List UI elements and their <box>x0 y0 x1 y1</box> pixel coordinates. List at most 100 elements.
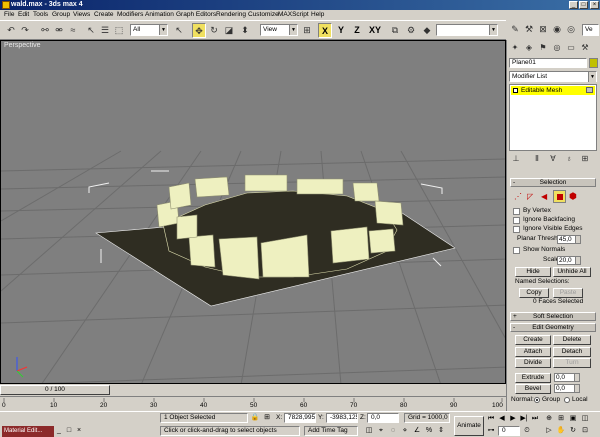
menu-tools[interactable]: Tools <box>33 10 48 20</box>
face-icon[interactable]: ◀ <box>541 192 547 201</box>
render-scene-icon[interactable]: ◉ <box>550 22 564 37</box>
arc-rotate-icon[interactable]: ↻ <box>568 426 578 436</box>
named-selection-dropdown[interactable]: ▼ <box>436 24 498 36</box>
hierarchy-panel-icon[interactable]: ⚑ <box>537 42 549 54</box>
menu-rendering[interactable]: Rendering <box>216 10 246 20</box>
named-selection-icon[interactable]: ◆ <box>420 23 434 38</box>
zoom-all-icon[interactable]: ⊞ <box>556 414 566 424</box>
animate-keys-icon[interactable]: ◫ <box>364 426 374 436</box>
turn-button[interactable]: Turn <box>553 358 591 368</box>
reference-coord-dropdown[interactable]: View ▼ <box>260 24 298 36</box>
menu-graph-editors[interactable]: Graph Editors <box>176 10 216 20</box>
polygon-active[interactable] <box>553 190 566 203</box>
bevel-button[interactable]: Bevel <box>515 384 551 394</box>
local-radio[interactable] <box>564 397 570 403</box>
by-vertex-checkbox[interactable] <box>513 208 520 215</box>
modify-panel-icon[interactable]: ◈ <box>523 42 535 54</box>
selection-rollout-header[interactable]: - Selection <box>510 178 596 187</box>
taskbar-close-icon[interactable]: × <box>74 426 84 436</box>
lock-selection-icon[interactable]: 🔒 <box>250 413 260 423</box>
minimize-button[interactable]: _ <box>569 1 578 9</box>
configure-sets-icon[interactable]: ⊞ <box>579 153 591 165</box>
divide-button[interactable]: Divide <box>515 358 551 368</box>
create-panel-icon[interactable]: ✦ <box>509 42 521 54</box>
min-max-toggle-icon[interactable]: ⊡ <box>580 426 590 436</box>
render-type-dropdown[interactable]: Ve <box>582 24 599 36</box>
select-object-icon[interactable]: ↖ <box>84 23 98 38</box>
unhide-all-button[interactable]: Unhide All <box>553 267 591 277</box>
hide-button[interactable]: Hide <box>515 267 551 277</box>
group-radio[interactable] <box>534 397 540 403</box>
extrude-button[interactable]: Extrude <box>515 373 551 383</box>
remove-modifier-icon[interactable]: ♁ <box>563 153 575 165</box>
extrude-spinner[interactable]: 0,0 <box>554 373 580 382</box>
z-coordinate[interactable]: 0,0 <box>367 413 399 423</box>
menu-modifiers[interactable]: Modifiers <box>117 10 143 20</box>
crossing-icon[interactable]: ◌ <box>388 426 398 436</box>
modifier-list-dropdown[interactable]: Modifier List ▼ <box>509 71 597 82</box>
detach-button[interactable]: Detach <box>553 347 591 357</box>
select-and-rotate-icon[interactable]: ↻ <box>207 23 221 38</box>
time-slider[interactable]: 0 / 100 <box>0 385 110 395</box>
perspective-viewport[interactable]: Perspective <box>0 40 506 384</box>
prev-frame-icon[interactable]: ◀ <box>497 414 507 424</box>
attach-button[interactable]: Attach <box>515 347 551 357</box>
close-button[interactable]: × <box>590 1 599 9</box>
menu-views[interactable]: Views <box>73 10 90 20</box>
bevel-spinner[interactable]: 0,0 <box>554 384 580 393</box>
menu-maxscript[interactable]: MAXScript <box>278 10 309 20</box>
pin-stack-icon[interactable]: ⊥ <box>510 153 522 165</box>
element-icon[interactable]: ⬢ <box>569 191 577 202</box>
motion-panel-icon[interactable]: ◎ <box>551 42 563 54</box>
menu-group[interactable]: Group <box>52 10 70 20</box>
axis-x-button[interactable]: X <box>318 23 332 38</box>
spinner-snap-icon[interactable]: ⇕ <box>436 426 446 436</box>
soft-selection-rollout-header[interactable]: + Soft Selection <box>510 312 596 321</box>
make-unique-icon[interactable]: ∀ <box>547 153 559 165</box>
select-by-name-icon[interactable]: ☰ <box>98 23 112 38</box>
maximize-button[interactable]: □ <box>579 1 588 9</box>
unlink-icon[interactable]: ⚮ <box>52 23 66 38</box>
taskbar-minimize-icon[interactable]: _ <box>54 426 64 436</box>
axis-z-button[interactable]: Z <box>350 23 364 38</box>
zoom-icon[interactable]: ⊕ <box>544 414 554 424</box>
current-frame-field[interactable]: 0 <box>498 426 520 436</box>
next-frame-icon[interactable]: ▶| <box>519 414 529 424</box>
goto-start-icon[interactable]: ⏮ <box>486 414 496 424</box>
y-coordinate[interactable]: -3983,125 <box>326 413 358 423</box>
animate-button[interactable]: Animate <box>454 416 484 436</box>
select-and-scale-icon[interactable]: ◪ <box>222 23 236 38</box>
schematic-icon[interactable]: ⊠ <box>536 22 550 37</box>
display-panel-icon[interactable]: ▭ <box>565 42 577 54</box>
zoom-extents-icon[interactable]: ▣ <box>568 414 578 424</box>
absolute-mode-icon[interactable]: ⊞ <box>262 413 272 423</box>
ignore-visible-edges-checkbox[interactable] <box>513 226 520 233</box>
menu-customize[interactable]: Customize <box>248 10 279 20</box>
scale-spinner[interactable]: 20,0 <box>557 256 581 265</box>
axis-xy-button[interactable]: XY <box>367 23 383 38</box>
snap-icon[interactable]: ⋄ <box>400 426 410 436</box>
menu-create[interactable]: Create <box>94 10 114 20</box>
set-key-icon[interactable]: ⌖ <box>376 426 386 436</box>
track-bar[interactable]: 0 10 20 30 40 50 60 70 80 90 100 <box>0 396 506 410</box>
squash-icon[interactable]: ⬍ <box>238 23 252 38</box>
delete-button[interactable]: Delete <box>553 335 591 345</box>
zoom-extents-all-icon[interactable]: ◫ <box>580 414 590 424</box>
rect-region-icon[interactable]: ⬚ <box>112 23 126 38</box>
menu-help[interactable]: Help <box>311 10 324 20</box>
goto-end-icon[interactable]: ⏭ <box>530 414 540 424</box>
object-name-field[interactable]: Plane01 <box>509 58 587 68</box>
planar-thresh-spinner[interactable]: 45,0 <box>557 235 581 244</box>
menu-animation[interactable]: Animation <box>145 10 174 20</box>
pivot-center-icon[interactable]: ⊞ <box>300 23 314 38</box>
edit-geometry-rollout-header[interactable]: - Edit Geometry <box>510 323 596 332</box>
selection-filter-dropdown[interactable]: All ▼ <box>130 24 168 36</box>
track-view-icon[interactable]: ⚒ <box>522 22 536 37</box>
fov-icon[interactable]: ▷ <box>544 426 554 436</box>
copy-button[interactable]: Copy <box>519 288 549 298</box>
axis-y-button[interactable]: Y <box>334 23 348 38</box>
select-and-move-icon[interactable]: ✥ <box>192 23 206 38</box>
quick-render-icon[interactable]: ◎ <box>564 22 578 37</box>
x-coordinate[interactable]: 7828,995 <box>284 413 316 423</box>
taskbar-maximize-icon[interactable]: □ <box>64 426 74 436</box>
